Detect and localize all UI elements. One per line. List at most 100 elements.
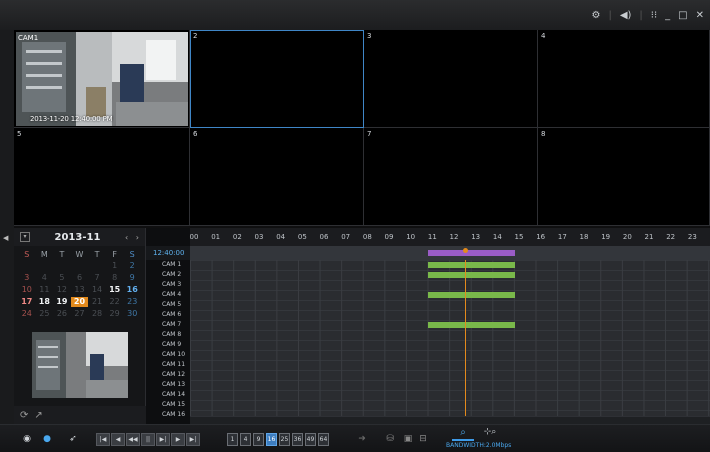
calendar-day[interactable]: 26 (53, 309, 71, 319)
calendar-day[interactable]: 27 (71, 309, 89, 319)
recording-bar[interactable] (428, 272, 515, 278)
recording-bar[interactable] (428, 250, 515, 256)
calendar-day[interactable]: 20 (70, 297, 89, 307)
pause-button[interactable]: || (141, 433, 155, 446)
calendar-day[interactable]: 5 (53, 273, 71, 283)
camera-label[interactable]: CAM 5 (146, 300, 190, 310)
snapshot-icon[interactable]: ▣ (401, 432, 415, 446)
record-icon[interactable]: ◉ (20, 432, 34, 446)
video-cell-4[interactable]: 4 (538, 30, 710, 128)
calendar-day[interactable]: 11 (36, 285, 54, 295)
camera-label[interactable]: CAM 14 (146, 390, 190, 400)
video-cell-5[interactable]: 5 (14, 128, 190, 226)
camera-label[interactable]: CAM 12 (146, 370, 190, 380)
next-month-button[interactable]: › (136, 233, 139, 242)
prev-frame-button[interactable]: ◀ (111, 433, 125, 446)
rewind-button[interactable]: ◀◀ (126, 433, 140, 446)
calendar-day[interactable]: 1 (106, 261, 124, 271)
calendar-day[interactable]: 21 (88, 297, 106, 307)
camera-label[interactable]: CAM 6 (146, 310, 190, 320)
calendar-day[interactable]: 6 (71, 273, 89, 283)
split-1-button[interactable]: 1 (227, 433, 238, 446)
camera-label[interactable]: CAM 11 (146, 360, 190, 370)
split-16-button[interactable]: 16 (266, 433, 277, 446)
left-panel-handle[interactable]: ◀ (0, 30, 14, 452)
search-icon[interactable]: ● (40, 432, 54, 446)
refresh-icon[interactable]: ⟳ (20, 410, 28, 421)
backup-icon[interactable]: ➶ (66, 432, 80, 446)
preview-thumbnail[interactable] (32, 332, 128, 398)
calendar-day[interactable]: 22 (106, 297, 124, 307)
calendar-day[interactable]: 24 (18, 309, 36, 319)
split-25-button[interactable]: 25 (279, 433, 290, 446)
time-search-tab[interactable]: ⌕ (452, 427, 474, 441)
calendar-day[interactable]: 29 (106, 309, 124, 319)
prev-month-button[interactable]: ‹ (125, 233, 128, 242)
calendar-day[interactable]: 19 (53, 297, 71, 307)
split-49-button[interactable]: 49 (305, 433, 316, 446)
camera-label[interactable]: CAM 10 (146, 350, 190, 360)
video-cell-3[interactable]: 3 (364, 30, 538, 128)
camera-label[interactable]: CAM 3 (146, 280, 190, 290)
split-36-button[interactable]: 36 (292, 433, 303, 446)
calendar-toggle-icon[interactable]: ▾ (20, 232, 30, 242)
camera-label[interactable]: CAM 7 (146, 320, 190, 330)
video-cell-8[interactable]: 8 (538, 128, 710, 226)
camera-feed[interactable]: CAM1 2013-11-20 12:40:00 PM (16, 32, 188, 126)
settings-gear-icon[interactable]: ⚙ (591, 10, 600, 21)
calendar-day[interactable]: 9 (123, 273, 141, 283)
close-button[interactable]: ✕ (696, 10, 704, 21)
calendar-day[interactable]: 28 (88, 309, 106, 319)
recording-bar[interactable] (428, 322, 515, 328)
split-9-button[interactable]: 9 (253, 433, 264, 446)
camera-label[interactable]: CAM 8 (146, 330, 190, 340)
camera-label[interactable]: CAM 2 (146, 270, 190, 280)
event-search-tab[interactable]: ⊹⌕ (478, 427, 502, 441)
calendar-day[interactable]: 7 (88, 273, 106, 283)
calendar-day[interactable]: 16 (123, 285, 141, 295)
layout-icon[interactable]: ⁝⁝ (651, 10, 657, 21)
calendar-day[interactable]: 8 (106, 273, 124, 283)
volume-icon[interactable]: ◀) (620, 10, 632, 21)
camera-label[interactable]: CAM 4 (146, 290, 190, 300)
calendar-day[interactable]: 14 (88, 285, 106, 295)
playback-cursor[interactable] (464, 260, 466, 416)
calendar-day[interactable]: 15 (106, 285, 124, 295)
last-frame-button[interactable]: ▶| (186, 433, 200, 446)
video-cell-1[interactable]: CAM1 2013-11-20 12:40:00 PM (14, 30, 190, 128)
calendar-day[interactable]: 3 (18, 273, 36, 283)
cursor-handle-icon[interactable] (462, 248, 468, 253)
calendar-day[interactable]: 25 (36, 309, 54, 319)
split-4-button[interactable]: 4 (240, 433, 251, 446)
video-cell-7[interactable]: 7 (364, 128, 538, 226)
recording-bar[interactable] (428, 262, 515, 268)
split-64-button[interactable]: 64 (318, 433, 329, 446)
camera-label[interactable]: CAM 15 (146, 400, 190, 410)
camera-label[interactable]: CAM 16 (146, 410, 190, 420)
calendar-day[interactable]: 18 (36, 297, 54, 307)
calendar-day[interactable]: 2 (123, 261, 141, 271)
calendar-day[interactable]: 4 (36, 273, 54, 283)
camera-label[interactable]: CAM 1 (146, 260, 190, 270)
storage-icon[interactable]: ⛁ (384, 432, 396, 446)
camera-label[interactable]: CAM 9 (146, 340, 190, 350)
recording-bar[interactable] (428, 292, 515, 298)
calendar-day[interactable]: 12 (53, 285, 71, 295)
timeline-grid[interactable] (190, 246, 710, 416)
first-frame-button[interactable]: |◀ (96, 433, 110, 446)
video-cell-6[interactable]: 6 (190, 128, 364, 226)
calendar-day[interactable]: 30 (123, 309, 141, 319)
video-cell-2[interactable]: 2 (190, 30, 364, 128)
maximize-button[interactable]: □ (678, 10, 687, 21)
calendar-day[interactable]: 10 (18, 285, 36, 295)
arrow-right-icon[interactable]: ➜ (355, 432, 369, 446)
collapse-arrow-icon[interactable]: ◀ (3, 234, 8, 242)
camera-label[interactable]: CAM 13 (146, 380, 190, 390)
step-button[interactable]: ▶| (156, 433, 170, 446)
calendar-day[interactable]: 13 (71, 285, 89, 295)
export-icon[interactable]: ↗ (34, 410, 42, 421)
timeline-scrollbar[interactable] (190, 416, 710, 424)
calendar-day[interactable]: 17 (18, 297, 36, 307)
minimize-button[interactable]: _ (665, 10, 670, 21)
print-icon[interactable]: ⊟ (416, 432, 430, 446)
